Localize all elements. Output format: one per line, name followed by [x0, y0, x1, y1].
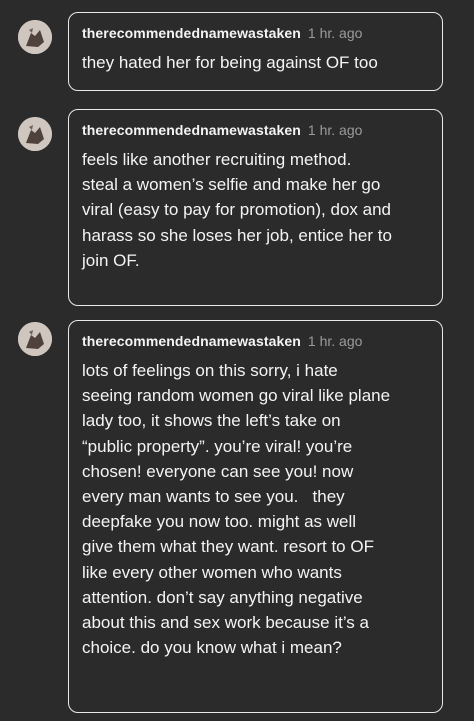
avatar[interactable] — [18, 322, 52, 356]
comment-timestamp: 1 hr. ago — [307, 333, 363, 349]
comment-bubble: therecommendednamewastaken 1 hr. ago fee… — [68, 109, 443, 306]
comment-text: feels like another recruiting method. st… — [82, 150, 392, 270]
comment-username[interactable]: therecommendednamewastaken — [82, 333, 301, 349]
comment-meta: therecommendednamewastaken 1 hr. ago — [82, 333, 430, 349]
avatar-image-icon — [18, 322, 52, 356]
comment-username[interactable]: therecommendednamewastaken — [82, 122, 301, 138]
comment-text: lots of feelings on this sorry, i hate s… — [82, 361, 391, 658]
comment-bubble: therecommendednamewastaken 1 hr. ago the… — [68, 12, 443, 91]
comment-meta: therecommendednamewastaken 1 hr. ago — [82, 25, 430, 41]
comment-text: they hated her for being against OF too — [82, 53, 378, 72]
comment-thread: therecommendednamewastaken 1 hr. ago the… — [0, 0, 474, 721]
avatar[interactable] — [18, 117, 52, 151]
comment-timestamp: 1 hr. ago — [307, 122, 363, 138]
comment-username[interactable]: therecommendednamewastaken — [82, 25, 301, 41]
comment-bubble: therecommendednamewastaken 1 hr. ago lot… — [68, 320, 443, 713]
avatar-image-icon — [18, 20, 52, 54]
avatar[interactable] — [18, 20, 52, 54]
avatar-image-icon — [18, 117, 52, 151]
comment-meta: therecommendednamewastaken 1 hr. ago — [82, 122, 430, 138]
comment-timestamp: 1 hr. ago — [307, 25, 363, 41]
